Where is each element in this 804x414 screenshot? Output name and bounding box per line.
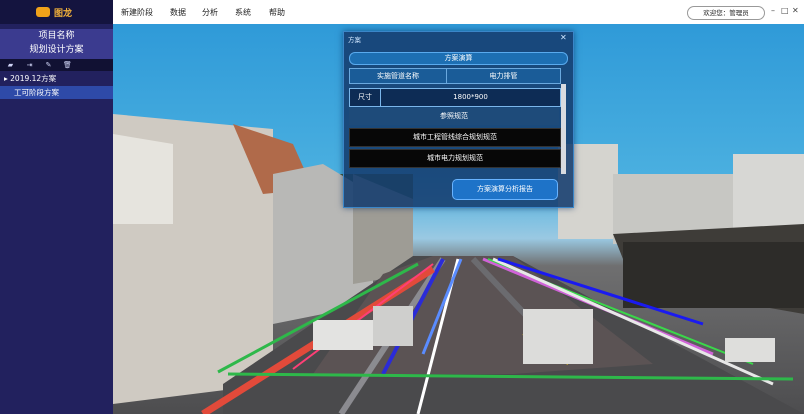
minimize-button[interactable]: –: [771, 6, 775, 15]
plan-dialog: 方案 ✕ 方案演算 实施管道名称 电力排管 尺寸 1800*900 参照规范 城…: [343, 31, 574, 208]
welcome-badge[interactable]: 欢迎您：管理员: [687, 6, 765, 20]
standard-item[interactable]: 城市工程管线综合规划规范: [349, 128, 561, 147]
size-label: 尺寸: [350, 89, 381, 106]
menu-new-stage[interactable]: 新建阶段: [121, 7, 153, 18]
logo-text: 图龙: [54, 9, 73, 19]
pipe-name-label: 实施管道名称: [350, 69, 447, 83]
edit-icon[interactable]: ✎: [44, 61, 53, 69]
dialog-title: 方案: [348, 36, 361, 44]
pipe-row: 实施管道名称 电力排管: [349, 68, 561, 84]
menu-system[interactable]: 系统: [235, 7, 251, 18]
project-title-line1: 项目名称: [38, 31, 75, 41]
building: [623, 242, 804, 308]
menu-analysis[interactable]: 分析: [202, 7, 218, 18]
size-value[interactable]: 1800*900: [381, 89, 560, 106]
utility-box: [373, 306, 413, 346]
size-row: 尺寸 1800*900: [349, 88, 561, 107]
tree-item-plan[interactable]: ▸ 2019.12方案: [4, 73, 56, 84]
sidebar: 图龙 项目名称 规划设计方案 ▰ ⇥ ✎ 🗑 ▸ 2019.12方案 工可阶段方…: [0, 0, 113, 414]
logo-bar: 图龙: [0, 0, 113, 24]
building: [733, 154, 804, 234]
menu-help[interactable]: 帮助: [269, 7, 285, 18]
project-title: 项目名称 规划设计方案: [0, 29, 113, 59]
utility-box: [313, 320, 373, 350]
close-icon[interactable]: ✕: [560, 33, 567, 42]
export-icon[interactable]: ⇥: [25, 61, 34, 69]
maximize-button[interactable]: □: [781, 6, 789, 15]
utility-box: [725, 338, 775, 362]
pipe-type-value[interactable]: 电力排管: [447, 69, 560, 83]
delete-icon[interactable]: 🗑: [63, 61, 72, 69]
utility-box: [523, 309, 593, 364]
open-folder-icon[interactable]: ▰: [6, 61, 15, 69]
building: [113, 134, 173, 224]
calc-header: 方案演算: [349, 52, 568, 65]
analysis-report-button[interactable]: 方案演算分析报告: [452, 179, 558, 200]
project-title-line2: 规划设计方案: [29, 45, 84, 55]
standard-item[interactable]: 城市电力规划规范: [349, 149, 561, 168]
dialog-scrollbar[interactable]: [561, 84, 566, 174]
logo-icon: [36, 7, 50, 17]
tree-item-stage[interactable]: 工可阶段方案: [0, 86, 113, 99]
menu-data[interactable]: 数据: [170, 7, 186, 18]
reference-standards-label: 参照规范: [349, 108, 559, 125]
sidebar-toolbar: ▰ ⇥ ✎ 🗑: [0, 59, 113, 71]
close-window-button[interactable]: ✕: [792, 6, 799, 15]
